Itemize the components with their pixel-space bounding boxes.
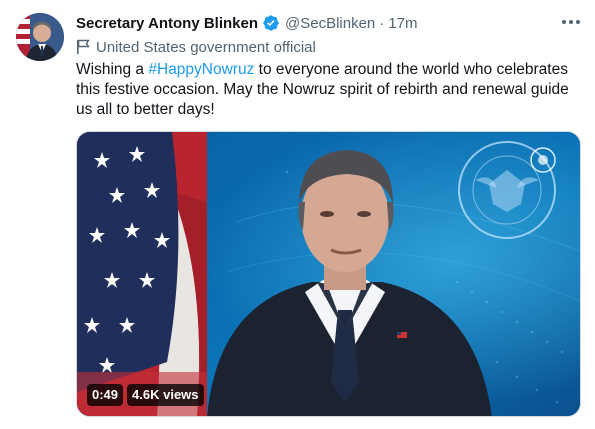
tweet-header: Secretary Antony Blinken @SecBlinken · 1…	[76, 12, 417, 34]
tweet: Secretary Antony Blinken @SecBlinken · 1…	[0, 0, 595, 429]
video-view-count: 4.6K views	[127, 384, 204, 406]
state-department-seal	[458, 141, 556, 239]
tweet-text-start: Wishing a	[76, 61, 149, 78]
tweet-timestamp[interactable]: 17m	[388, 15, 417, 32]
government-label[interactable]: United States government official	[76, 37, 316, 57]
author-name[interactable]: Secretary Antony Blinken	[76, 15, 258, 32]
flag-icon	[76, 39, 90, 55]
video-stats: 0:49 4.6K views	[87, 384, 204, 406]
video-player[interactable]: 0:49 4.6K views	[76, 131, 581, 417]
hashtag-link[interactable]: #HappyNowruz	[148, 61, 254, 78]
verified-badge-icon	[262, 14, 280, 32]
author-avatar[interactable]	[16, 13, 64, 61]
author-handle[interactable]: @SecBlinken	[285, 15, 375, 32]
video-duration: 0:49	[87, 384, 124, 406]
separator-dot: ·	[379, 14, 385, 32]
government-label-text: United States government official	[96, 38, 316, 56]
tweet-text: Wishing a #HappyNowruz to everyone aroun…	[76, 60, 586, 120]
more-options-icon[interactable]	[558, 11, 584, 33]
american-flag	[77, 132, 207, 416]
